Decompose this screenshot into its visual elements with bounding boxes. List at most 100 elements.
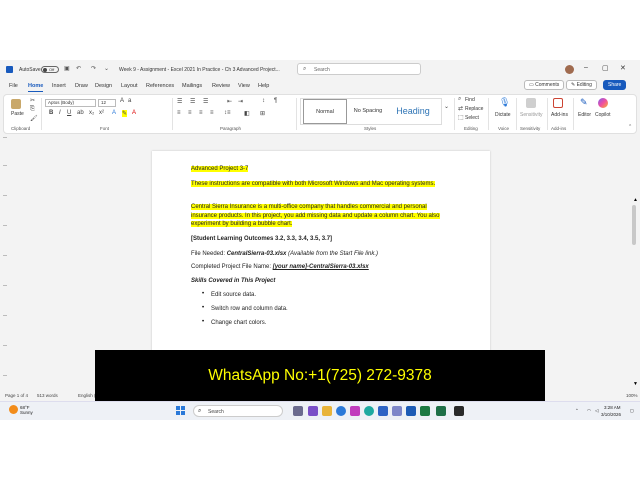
dictate-label[interactable]: Dictate — [495, 112, 511, 118]
excel-window-icon[interactable] — [436, 406, 446, 416]
strikethrough-icon[interactable]: ab — [77, 110, 84, 116]
grow-font-icon[interactable]: A — [120, 98, 124, 104]
underline-icon[interactable]: U — [67, 110, 71, 116]
show-marks-icon[interactable]: ¶ — [274, 98, 277, 104]
italic-icon[interactable]: I — [59, 110, 61, 116]
justify-icon[interactable]: ≡ — [210, 110, 214, 116]
numbering-icon[interactable]: ☰ — [190, 98, 195, 105]
multilevel-list-icon[interactable]: ☰ — [203, 98, 208, 105]
highlight-color-icon[interactable]: ✎ — [122, 110, 128, 117]
copilot-icon[interactable] — [598, 98, 608, 108]
tab-file[interactable]: File — [9, 83, 18, 89]
volume-icon[interactable]: ◁ — [595, 408, 598, 414]
editor-icon[interactable]: ✎ — [580, 97, 588, 108]
tab-design[interactable]: Design — [95, 83, 112, 89]
word-taskbar-icon[interactable] — [406, 406, 416, 416]
zoom-level[interactable]: 100% — [626, 393, 638, 398]
cut-icon[interactable]: ✂ — [30, 97, 35, 104]
font-size-select[interactable]: 12 — [98, 99, 116, 107]
undo-icon[interactable]: ↶ — [76, 65, 81, 72]
excel-taskbar-icon[interactable] — [420, 406, 430, 416]
align-center-icon[interactable]: ≡ — [188, 110, 192, 116]
scroll-up-icon[interactable]: ▲ — [633, 197, 638, 203]
font-name-select[interactable]: Aptos (Body) — [45, 99, 96, 107]
avatar[interactable] — [565, 65, 574, 74]
borders-icon[interactable]: ⊞ — [260, 110, 265, 117]
format-painter-icon[interactable]: 🖌 — [30, 115, 38, 122]
outlook-icon[interactable] — [378, 406, 388, 416]
close-icon[interactable]: ✕ — [620, 64, 626, 72]
align-left-icon[interactable]: ≡ — [177, 110, 181, 116]
bullets-icon[interactable]: ☰ — [177, 98, 182, 105]
teams-icon[interactable] — [308, 406, 318, 416]
save-icon[interactable]: ▣ — [64, 65, 70, 72]
replace-label[interactable]: Replace — [465, 106, 483, 112]
font-color-icon[interactable]: A — [132, 110, 136, 116]
sort-icon[interactable]: ↕ — [262, 98, 265, 104]
maximize-icon[interactable]: ▢ — [602, 64, 609, 72]
replace-icon[interactable]: ⇄ — [458, 105, 463, 112]
search-box[interactable]: ⌕ Search — [297, 63, 421, 75]
add-ins-icon[interactable] — [553, 98, 563, 108]
terminal-icon[interactable] — [454, 406, 464, 416]
paste-icon[interactable] — [11, 99, 21, 109]
editor-label[interactable]: Editor — [578, 112, 591, 118]
word-count[interactable]: 513 words — [37, 393, 58, 398]
tab-draw[interactable]: Draw — [75, 83, 88, 89]
file-explorer-icon[interactable] — [322, 406, 332, 416]
find-icon[interactable]: ⌕ — [458, 96, 461, 103]
add-ins-label[interactable]: Add-ins — [551, 112, 568, 118]
microphone-icon[interactable]: 🎙 — [499, 97, 510, 108]
select-label[interactable]: Select — [465, 115, 479, 121]
taskbar-search[interactable]: ⌕ Search — [193, 405, 283, 417]
tray-chevron-icon[interactable]: ⌃ — [575, 408, 579, 414]
align-right-icon[interactable]: ≡ — [199, 110, 203, 116]
chrome-icon[interactable] — [364, 406, 374, 416]
superscript-icon[interactable]: x² — [99, 110, 104, 116]
comments-button[interactable]: ▭ Comments — [524, 80, 565, 90]
windows-start-icon[interactable] — [176, 406, 186, 416]
scroll-down-icon[interactable]: ▼ — [633, 381, 638, 387]
page-count[interactable]: Page 1 of 4 — [5, 393, 28, 398]
editing-mode-button[interactable]: ✎ Editing — [566, 80, 597, 90]
bold-icon[interactable]: B — [49, 110, 53, 116]
copy-icon[interactable]: ⎘ — [30, 106, 35, 113]
tab-references[interactable]: References — [146, 83, 174, 89]
clock-date[interactable]: 3/10/2026 — [601, 412, 621, 417]
redo-icon[interactable]: ↷ — [91, 65, 96, 72]
settings-icon[interactable] — [392, 406, 402, 416]
subscript-icon[interactable]: x₂ — [89, 110, 94, 116]
increase-indent-icon[interactable]: ⇥ — [238, 98, 243, 105]
style-normal[interactable]: Normal — [303, 99, 347, 124]
tab-mailings[interactable]: Mailings — [182, 83, 202, 89]
sensitivity-icon[interactable] — [526, 98, 536, 108]
style-no-spacing[interactable]: No Spacing — [349, 99, 387, 124]
find-label[interactable]: Find — [465, 97, 475, 103]
minimize-icon[interactable]: – — [584, 64, 588, 71]
text-effects-icon[interactable]: A — [112, 110, 116, 116]
clock-time[interactable]: 3:28 AM — [604, 405, 621, 410]
collapse-ribbon-icon[interactable]: ⌃ — [628, 124, 632, 130]
autosave-toggle[interactable]: Off — [41, 66, 59, 73]
copilot-taskbar-icon[interactable] — [350, 406, 360, 416]
line-spacing-icon[interactable]: ↕≡ — [224, 110, 231, 116]
task-view-icon[interactable] — [293, 406, 303, 416]
tab-view[interactable]: View — [238, 83, 250, 89]
weather-widget[interactable]: 68°F Sunny — [20, 405, 33, 415]
sensitivity-label[interactable]: Sensitivity — [520, 112, 543, 118]
tab-help[interactable]: Help — [258, 83, 269, 89]
copilot-label[interactable]: Copilot — [595, 112, 611, 118]
tab-review[interactable]: Review — [212, 83, 230, 89]
select-icon[interactable]: ⬚ — [458, 114, 464, 121]
vertical-scrollbar[interactable] — [632, 205, 636, 245]
tab-home[interactable]: Home — [28, 83, 44, 92]
share-button[interactable]: Share — [603, 80, 627, 90]
wifi-icon[interactable]: ◠ — [587, 408, 591, 414]
tab-layout[interactable]: Layout — [121, 83, 138, 89]
decrease-indent-icon[interactable]: ⇤ — [227, 98, 232, 105]
shading-icon[interactable]: ◧ — [244, 110, 250, 117]
tab-insert[interactable]: Insert — [52, 83, 66, 89]
edge-icon[interactable] — [336, 406, 346, 416]
customize-toolbar-icon[interactable]: ⌄ — [104, 65, 109, 72]
document-title[interactable]: Week 9 - Assignment - Excel 2021 In Prac… — [119, 67, 280, 73]
